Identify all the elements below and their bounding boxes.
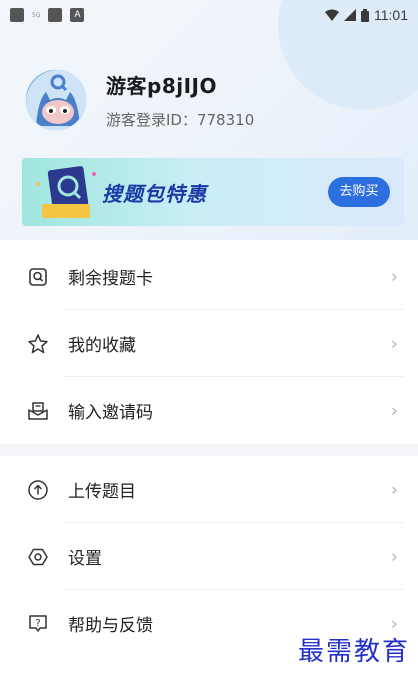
upload-icon xyxy=(26,478,50,502)
chevron-right-icon: › xyxy=(390,266,398,287)
menu-item-search-cards[interactable]: 剩余搜题卡 › xyxy=(0,243,418,310)
buy-button[interactable]: 去购买 xyxy=(328,177,390,207)
clock-time: 11:01 xyxy=(374,7,408,23)
menu-label: 帮助与反馈 xyxy=(68,616,153,636)
notification-icon xyxy=(10,8,24,22)
chevron-right-icon: › xyxy=(390,333,398,354)
menu-group-1: 剩余搜题卡 › 我的收藏 › 输入邀请码 › xyxy=(0,243,418,444)
menu-item-invite-code[interactable]: 输入邀请码 › xyxy=(0,377,418,444)
watermark: 最需教育 xyxy=(297,637,410,667)
search-book-icon xyxy=(36,166,96,218)
svg-text:?: ? xyxy=(35,618,40,629)
menu-label: 输入邀请码 xyxy=(68,403,153,423)
status-left: 5G A xyxy=(10,8,85,22)
promo-banner[interactable]: 搜题包特惠 去购买 xyxy=(22,158,404,226)
network-type-label: 5G xyxy=(32,11,41,19)
chevron-right-icon: › xyxy=(390,546,398,567)
section-separator xyxy=(0,444,418,456)
a-notification-icon: A xyxy=(70,8,85,22)
avatar[interactable] xyxy=(24,68,88,132)
settings-icon xyxy=(26,545,50,569)
chevron-right-icon: › xyxy=(390,479,398,500)
menu-item-upload-question[interactable]: 上传题目 › xyxy=(0,456,418,523)
battery-icon xyxy=(361,8,369,22)
menu-label: 我的收藏 xyxy=(68,336,136,356)
user-id: 游客登录ID：778310 xyxy=(106,111,255,129)
menu-item-favorites[interactable]: 我的收藏 › xyxy=(0,310,418,377)
menu-item-settings[interactable]: 设置 › xyxy=(0,523,418,590)
status-right: 11:01 xyxy=(325,7,408,23)
menu-label: 剩余搜题卡 xyxy=(68,269,153,289)
banner-title: 搜题包特惠 xyxy=(102,182,207,206)
signal-icon xyxy=(344,9,356,21)
cat-avatar-icon xyxy=(26,70,86,130)
help-feedback-icon: ? xyxy=(26,612,50,636)
menu-label: 设置 xyxy=(68,549,102,569)
star-icon xyxy=(26,332,50,356)
chevron-right-icon: › xyxy=(390,400,398,421)
menu-group-2: 上传题目 › 设置 › ? 帮助与反馈 › xyxy=(0,456,418,657)
status-bar: 5G A 11:01 xyxy=(0,0,418,30)
wifi-icon xyxy=(325,9,339,21)
invite-code-icon xyxy=(26,399,50,423)
user-profile[interactable]: 游客p8jIJO 游客登录ID：778310 xyxy=(24,68,254,132)
menu-label: 上传题目 xyxy=(68,482,136,502)
username: 游客p8jIJO xyxy=(106,74,217,98)
profile-text: 游客p8jIJO 游客登录ID：778310 xyxy=(106,70,254,130)
app-notification-icon xyxy=(48,8,63,22)
search-card-icon xyxy=(26,265,50,289)
